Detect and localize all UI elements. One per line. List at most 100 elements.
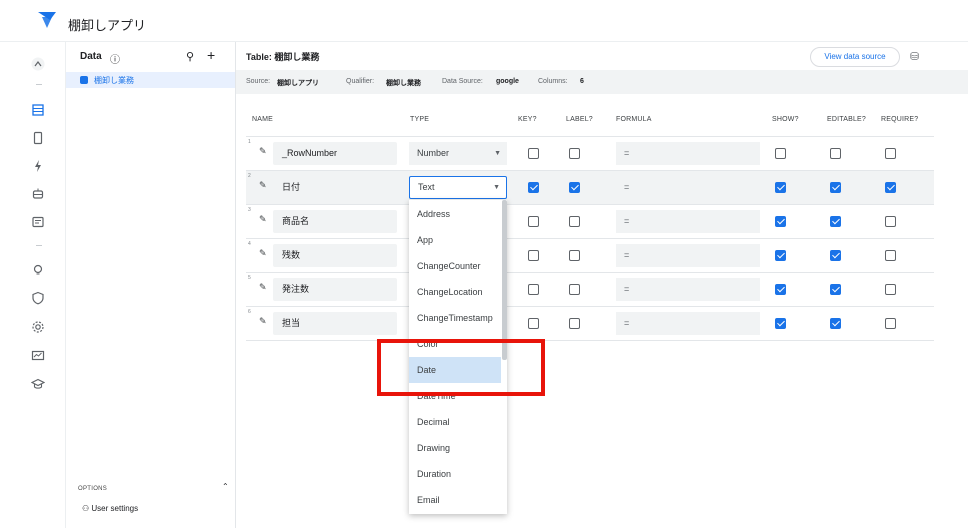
- editable-checkbox[interactable]: [830, 182, 841, 193]
- type-option[interactable]: Duration: [409, 461, 501, 487]
- editable-checkbox[interactable]: [830, 216, 841, 227]
- edit-pencil-icon[interactable]: ✎: [259, 248, 267, 259]
- formula-field[interactable]: =: [616, 244, 760, 267]
- header-show: SHOW?: [772, 116, 799, 123]
- type-option[interactable]: ChangeLocation: [409, 279, 501, 305]
- table-item-棚卸し業務[interactable]: 棚卸し業務: [66, 72, 235, 88]
- require-checkbox[interactable]: [885, 250, 896, 261]
- table-item-label: 棚卸し業務: [94, 76, 134, 85]
- show-checkbox[interactable]: [775, 148, 786, 159]
- highlight-annotation-box: [377, 339, 545, 396]
- security-icon[interactable]: [31, 291, 45, 305]
- dropdown-scrollbar[interactable]: [502, 200, 507, 360]
- table-row[interactable]: 3✎商品名Text▼=: [246, 205, 934, 239]
- formula-field[interactable]: =: [616, 278, 760, 301]
- require-checkbox[interactable]: [885, 284, 896, 295]
- show-checkbox[interactable]: [775, 318, 786, 329]
- label-checkbox[interactable]: [569, 182, 580, 193]
- column-name-field[interactable]: _RowNumber: [273, 142, 397, 165]
- qualifier-label: Qualifier:: [346, 78, 375, 85]
- view-data-source-button[interactable]: View data source: [810, 47, 900, 67]
- column-name-field[interactable]: 商品名: [273, 210, 397, 233]
- top-bar: 棚卸しアプリ: [0, 0, 968, 42]
- info-icon[interactable]: ⓘ: [110, 51, 120, 66]
- row-number: 4: [248, 241, 251, 247]
- show-checkbox[interactable]: [775, 216, 786, 227]
- require-checkbox[interactable]: [885, 148, 896, 159]
- rail-divider: [36, 245, 42, 246]
- editable-checkbox[interactable]: [830, 284, 841, 295]
- database-settings-icon[interactable]: ⛁: [910, 50, 919, 63]
- row-number: 1: [248, 139, 251, 145]
- require-checkbox[interactable]: [885, 182, 896, 193]
- intelligence-icon[interactable]: [31, 215, 45, 229]
- type-option[interactable]: Drawing: [409, 435, 501, 461]
- column-name-field[interactable]: 日付: [273, 176, 397, 199]
- table-title: Table: 棚卸し業務: [246, 52, 320, 62]
- type-select[interactable]: Text ▼: [409, 176, 507, 199]
- type-select[interactable]: Number ▼: [409, 142, 507, 165]
- formula-field[interactable]: =: [616, 210, 760, 233]
- require-checkbox[interactable]: [885, 216, 896, 227]
- formula-field[interactable]: =: [616, 176, 760, 199]
- table-row[interactable]: 5✎発注数Text▼=: [246, 273, 934, 307]
- table-row[interactable]: 6✎担当Text▼=: [246, 307, 934, 341]
- type-option[interactable]: ChangeTimestamp: [409, 305, 501, 331]
- label-checkbox[interactable]: [569, 216, 580, 227]
- editable-checkbox[interactable]: [830, 318, 841, 329]
- column-name-field[interactable]: 担当: [273, 312, 397, 335]
- edit-pencil-icon[interactable]: ✎: [259, 146, 267, 157]
- formula-field[interactable]: =: [616, 142, 760, 165]
- workflow-icon[interactable]: [31, 57, 45, 71]
- key-checkbox[interactable]: [528, 318, 539, 329]
- key-checkbox[interactable]: [528, 284, 539, 295]
- edit-pencil-icon[interactable]: ✎: [259, 282, 267, 293]
- key-checkbox[interactable]: [528, 182, 539, 193]
- settings-gear-icon[interactable]: [31, 320, 45, 334]
- idea-icon[interactable]: [31, 263, 45, 277]
- label-checkbox[interactable]: [569, 318, 580, 329]
- chevron-up-icon[interactable]: ⌃: [222, 482, 229, 491]
- type-option[interactable]: ChangeCounter: [409, 253, 501, 279]
- type-option[interactable]: Address: [409, 201, 501, 227]
- search-icon[interactable]: ⚲: [186, 50, 194, 63]
- editable-checkbox[interactable]: [830, 250, 841, 261]
- type-option[interactable]: Decimal: [409, 409, 501, 435]
- user-settings-item[interactable]: ⚇ User settings: [82, 504, 138, 513]
- show-checkbox[interactable]: [775, 182, 786, 193]
- views-icon[interactable]: [31, 131, 45, 145]
- monitor-icon[interactable]: [31, 349, 45, 363]
- key-checkbox[interactable]: [528, 216, 539, 227]
- label-checkbox[interactable]: [569, 148, 580, 159]
- edit-pencil-icon[interactable]: ✎: [259, 214, 267, 225]
- qualifier-value: 棚卸し業務: [386, 80, 421, 87]
- actions-icon[interactable]: [31, 159, 45, 173]
- type-option[interactable]: App: [409, 227, 501, 253]
- label-checkbox[interactable]: [569, 250, 580, 261]
- edit-pencil-icon[interactable]: ✎: [259, 316, 267, 327]
- formula-field[interactable]: =: [616, 312, 760, 335]
- row-number: 5: [248, 275, 251, 281]
- table-row[interactable]: 4✎残数Text▼=: [246, 239, 934, 273]
- show-checkbox[interactable]: [775, 250, 786, 261]
- require-checkbox[interactable]: [885, 318, 896, 329]
- edit-pencil-icon[interactable]: ✎: [259, 180, 267, 191]
- editable-checkbox[interactable]: [830, 148, 841, 159]
- data-panel-title: Data: [80, 51, 102, 62]
- label-checkbox[interactable]: [569, 284, 580, 295]
- automation-icon[interactable]: [31, 187, 45, 201]
- type-option[interactable]: Email: [409, 487, 501, 513]
- data-icon[interactable]: [31, 103, 45, 117]
- add-icon[interactable]: +: [207, 47, 215, 63]
- table-row[interactable]: 2 ✎ 日付 Text ▼ =: [246, 171, 934, 205]
- user-settings-label: User settings: [91, 504, 139, 513]
- app-title: 棚卸しアプリ: [68, 18, 147, 33]
- source-label: Source:: [246, 78, 271, 85]
- table-row[interactable]: 1 ✎ _RowNumber Number ▼ =: [246, 137, 934, 171]
- column-name-field[interactable]: 残数: [273, 244, 397, 267]
- key-checkbox[interactable]: [528, 250, 539, 261]
- key-checkbox[interactable]: [528, 148, 539, 159]
- show-checkbox[interactable]: [775, 284, 786, 295]
- learn-icon[interactable]: [31, 377, 45, 391]
- column-name-field[interactable]: 発注数: [273, 278, 397, 301]
